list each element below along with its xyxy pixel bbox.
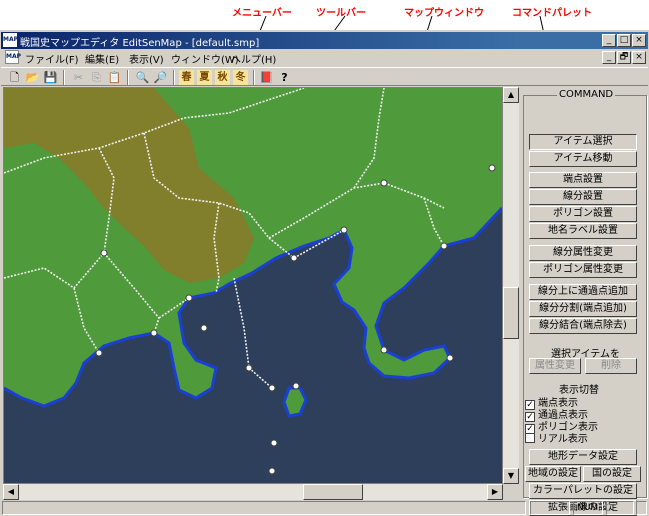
checkbox-label: リアル表示 xyxy=(538,434,588,445)
delete-button[interactable]: 削除 xyxy=(585,358,637,374)
country-settings-button[interactable]: 国の設定 xyxy=(583,466,641,482)
toolbar-separator xyxy=(173,70,175,85)
polygon-attributes-button[interactable]: ポリゴン属性変更 xyxy=(529,262,637,278)
minimize-button[interactable]: _ xyxy=(602,34,616,47)
status-cell xyxy=(606,501,634,515)
menu-edit[interactable]: 編集(E) xyxy=(85,51,119,66)
copy-icon[interactable]: ⎘ xyxy=(89,70,104,85)
scroll-up-icon[interactable]: ▲ xyxy=(503,87,519,103)
document-controls: _ 🗗 × xyxy=(602,51,646,64)
edit-attributes-button[interactable]: 属性変更 xyxy=(529,358,581,374)
place-polygon-button[interactable]: ポリゴン設置 xyxy=(529,206,637,222)
toolbar-separator xyxy=(63,70,65,85)
scroll-down-icon[interactable]: ▼ xyxy=(503,468,519,484)
split-segment-button[interactable]: 線分分割(端点追加) xyxy=(529,301,637,317)
real-view-checkbox[interactable]: リアル表示 xyxy=(525,430,588,445)
vertical-scroll-thumb[interactable] xyxy=(503,287,519,339)
menu-help[interactable]: ヘルプ(H) xyxy=(231,51,276,66)
command-title: COMMAND xyxy=(557,89,616,100)
season-spring-icon[interactable]: 春 xyxy=(179,70,194,85)
maximize-button[interactable]: □ xyxy=(617,34,631,47)
open-folder-icon[interactable]: 📂 xyxy=(25,70,40,85)
season-winter-icon[interactable]: 冬 xyxy=(233,70,248,85)
map-canvas[interactable] xyxy=(4,88,502,483)
join-segment-button[interactable]: 線分結合(端点除去) xyxy=(529,318,637,334)
add-waypoint-button[interactable]: 線分上に通過点追加 xyxy=(529,284,637,300)
menu-window[interactable]: ウィンドウ(W) xyxy=(171,51,239,66)
zoom-out-icon[interactable]: 🔎 xyxy=(153,70,168,85)
app-icon[interactable]: MAP xyxy=(3,33,18,47)
place-endpoint-button[interactable]: 端点設置 xyxy=(529,172,637,188)
horizontal-scrollbar[interactable]: ◀ ▶ xyxy=(3,484,503,500)
status-bar: NUM xyxy=(0,500,649,515)
toolbar-separator xyxy=(253,70,255,85)
scroll-right-icon[interactable]: ▶ xyxy=(487,484,503,500)
toolbar-separator xyxy=(127,70,129,85)
new-file-icon[interactable]: 🗋 xyxy=(7,70,22,85)
app-window: MAP 戦国史マップエディタ EditSenMap - [default.smp… xyxy=(0,30,649,516)
select-item-button[interactable]: アイテム選択 xyxy=(529,134,637,150)
toolbar: 🗋 📂 💾 ✂ ⎘ 📋 🔍 🔎 春 夏 秋 冬 📕 ? xyxy=(1,67,648,86)
scroll-left-icon[interactable]: ◀ xyxy=(3,484,19,500)
window-controls: _ □ × xyxy=(602,34,646,47)
zoom-in-icon[interactable]: 🔍 xyxy=(135,70,150,85)
command-palette: COMMAND アイテム選択 アイテム移動 端点設置 線分設置 ポリゴン設置 地… xyxy=(521,87,649,500)
move-item-button[interactable]: アイテム移動 xyxy=(529,151,637,167)
size-grip-icon[interactable] xyxy=(636,501,647,515)
segment-attributes-button[interactable]: 線分属性変更 xyxy=(529,245,637,261)
map-window[interactable] xyxy=(3,87,503,484)
status-message xyxy=(2,501,526,515)
paste-icon[interactable]: 📋 xyxy=(107,70,122,85)
document-restore-button[interactable]: 🗗 xyxy=(617,51,631,64)
season-summer-icon[interactable]: 夏 xyxy=(197,70,212,85)
document-close-button[interactable]: × xyxy=(632,51,646,64)
season-autumn-icon[interactable]: 秋 xyxy=(215,70,230,85)
menu-bar: MAP ファイル(F) 編集(E) 表示(V) ウィンドウ(W) ヘルプ(H) … xyxy=(1,49,648,66)
document-minimize-button[interactable]: _ xyxy=(602,51,616,64)
help-icon[interactable]: ? xyxy=(277,70,292,85)
color-palette-button[interactable]: カラーパレットの設定 xyxy=(529,483,637,499)
title-bar[interactable]: MAP 戦国史マップエディタ EditSenMap - [default.smp… xyxy=(1,32,648,49)
region-settings-button[interactable]: 地域の設定 xyxy=(525,466,581,482)
window-title: 戦国史マップエディタ EditSenMap - [default.smp] xyxy=(20,38,260,49)
document-icon[interactable]: MAP xyxy=(5,50,21,64)
num-lock-indicator: NUM xyxy=(573,501,603,515)
book-icon[interactable]: 📕 xyxy=(259,70,274,85)
save-icon[interactable]: 💾 xyxy=(43,70,58,85)
place-segment-button[interactable]: 線分設置 xyxy=(529,189,637,205)
menu-file[interactable]: ファイル(F) xyxy=(25,51,79,66)
terrain-settings-button[interactable]: 地形データ設定 xyxy=(529,449,637,465)
status-cell xyxy=(530,501,570,515)
place-label-button[interactable]: 地名ラベル設置 xyxy=(529,223,637,239)
checkbox-box[interactable] xyxy=(525,433,535,443)
close-button[interactable]: × xyxy=(632,34,646,47)
cut-icon[interactable]: ✂ xyxy=(71,70,86,85)
menu-view[interactable]: 表示(V) xyxy=(129,51,164,66)
vertical-scrollbar[interactable]: ▲ ▼ xyxy=(503,87,519,484)
horizontal-scroll-thumb[interactable] xyxy=(303,484,363,500)
